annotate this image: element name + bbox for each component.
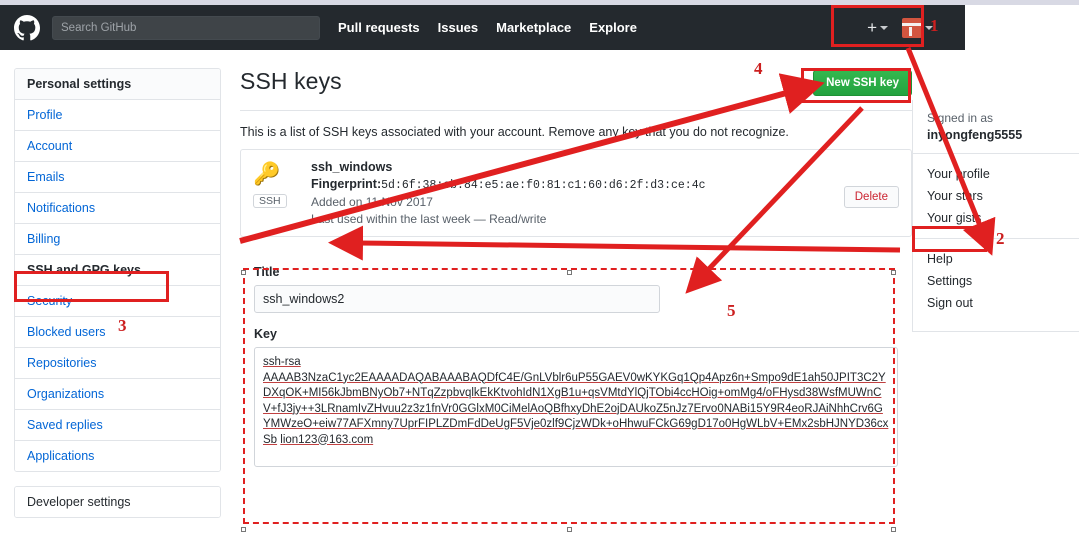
sidebar-item-organizations[interactable]: Organizations [15, 379, 220, 410]
dropdown-item-help[interactable]: Help [913, 248, 1079, 270]
fingerprint-value: 5d:6f:38:cb:84:e5:ae:f0:81:c1:60:d6:2f:d… [381, 179, 706, 192]
key-field-label: Key [254, 327, 277, 341]
create-new-button[interactable]: + [867, 17, 888, 37]
github-mark-icon[interactable] [14, 14, 40, 41]
sidebar-item-security[interactable]: Security [15, 286, 220, 317]
fingerprint-label: Fingerprint: [311, 177, 382, 191]
ssh-key-list-item: 🔑 SSH ssh_windows Fingerprint:5d:6f:38:c… [240, 149, 912, 237]
sidebar-item-ssh-and-gpg-keys[interactable]: SSH and GPG keys [15, 255, 220, 286]
user-dropdown-menu: Signed in as inyongfeng5555 Your profile… [912, 100, 1079, 332]
key-fingerprint-row: Fingerprint:5d:6f:38:cb:84:e5:ae:f0:81:c… [311, 177, 899, 192]
sidebar-item-notifications[interactable]: Notifications [15, 193, 220, 224]
key-textarea[interactable]: ssh-rsa AAAAB3NzaC1yc2EAAAADAQABAAABAQDf… [254, 347, 898, 467]
resize-handle-bottom-left[interactable] [241, 527, 246, 532]
screenshot-root: Search GitHub Pull requests Issues Marke… [0, 0, 1079, 558]
user-avatar-icon [902, 17, 922, 38]
dropdown-item-your-profile[interactable]: Your profile [913, 163, 1079, 185]
plus-icon: + [867, 17, 877, 37]
resize-handle-top[interactable] [567, 270, 572, 275]
resize-handle-top-left[interactable] [241, 270, 246, 275]
dropdown-item-sign-out[interactable]: Sign out [913, 292, 1079, 314]
dropdown-item-your-stars[interactable]: Your stars [913, 185, 1079, 207]
ssh-keys-description: This is a list of SSH keys associated wi… [240, 125, 789, 139]
sidebar-item-applications[interactable]: Applications [15, 441, 220, 471]
nav-item-marketplace[interactable]: Marketplace [496, 20, 571, 35]
dropdown-item-settings[interactable]: Settings [913, 270, 1079, 292]
sidebar-item-account[interactable]: Account [15, 131, 220, 162]
sidebar-item-blocked-users[interactable]: Blocked users [15, 317, 220, 348]
dropdown-divider [913, 238, 1079, 239]
resize-handle-top-right[interactable] [891, 270, 896, 275]
main-content: SSH keys New SSH key This is a list of S… [240, 68, 912, 483]
resize-handle-bottom-right[interactable] [891, 527, 896, 532]
header-actions: + [867, 17, 951, 38]
ssh-type-badge: SSH [253, 194, 287, 208]
user-menu-button[interactable] [902, 17, 933, 38]
sidebar-heading: Personal settings [15, 69, 220, 100]
page-header: SSH keys New SSH key [240, 68, 912, 104]
page-title: SSH keys [240, 68, 342, 94]
chevron-down-icon [880, 25, 888, 30]
key-icon: 🔑 [253, 161, 281, 186]
resize-handle-bottom[interactable] [567, 527, 572, 532]
sidebar-item-repositories[interactable]: Repositories [15, 348, 220, 379]
page-body: Personal settings Profile Account Emails… [0, 50, 1079, 558]
key-icon-column: 🔑 SSH [253, 160, 311, 226]
key-details: ssh_windows Fingerprint:5d:6f:38:cb:84:e… [311, 160, 899, 226]
title-input[interactable] [254, 285, 660, 313]
delete-key-button[interactable]: Delete [843, 186, 899, 208]
sidebar-item-emails[interactable]: Emails [15, 162, 220, 193]
key-added-date: Added on 11 Nov 2017 [311, 195, 433, 209]
search-input[interactable]: Search GitHub [52, 15, 320, 40]
key-title: ssh_windows [311, 160, 393, 174]
dropdown-item-your-gists[interactable]: Your gists [913, 207, 1079, 229]
new-ssh-key-button[interactable]: New SSH key [813, 70, 912, 96]
sidebar-item-saved-replies[interactable]: Saved replies [15, 410, 220, 441]
nav-item-issues[interactable]: Issues [438, 20, 478, 35]
header-nav: Pull requests Issues Marketplace Explore [338, 20, 637, 35]
header-right-filler [965, 5, 1079, 50]
personal-settings-card: Personal settings Profile Account Emails… [14, 68, 221, 472]
chevron-down-icon [925, 25, 933, 30]
sidebar-item-billing[interactable]: Billing [15, 224, 220, 255]
sidebar-item-profile[interactable]: Profile [15, 100, 220, 131]
signed-in-username: inyongfeng5555 [927, 128, 1023, 142]
developer-settings-card: Developer settings [14, 486, 221, 518]
sidebar-item-developer-settings[interactable]: Developer settings [15, 487, 220, 517]
key-last-used: Last used within the last week — Read/wr… [311, 212, 547, 226]
github-header: Search GitHub Pull requests Issues Marke… [0, 5, 965, 50]
nav-item-explore[interactable]: Explore [589, 20, 637, 35]
settings-sidebar: Personal settings Profile Account Emails… [14, 68, 221, 518]
title-field-label: Title [254, 265, 280, 279]
signed-in-as-label: Signed in as [927, 111, 994, 125]
new-ssh-key-form: Title Key ssh-rsa AAAAB3NzaC1yc2EAAAADAQ… [240, 251, 912, 483]
dropdown-divider [913, 153, 1079, 154]
nav-item-pull-requests[interactable]: Pull requests [338, 20, 420, 35]
